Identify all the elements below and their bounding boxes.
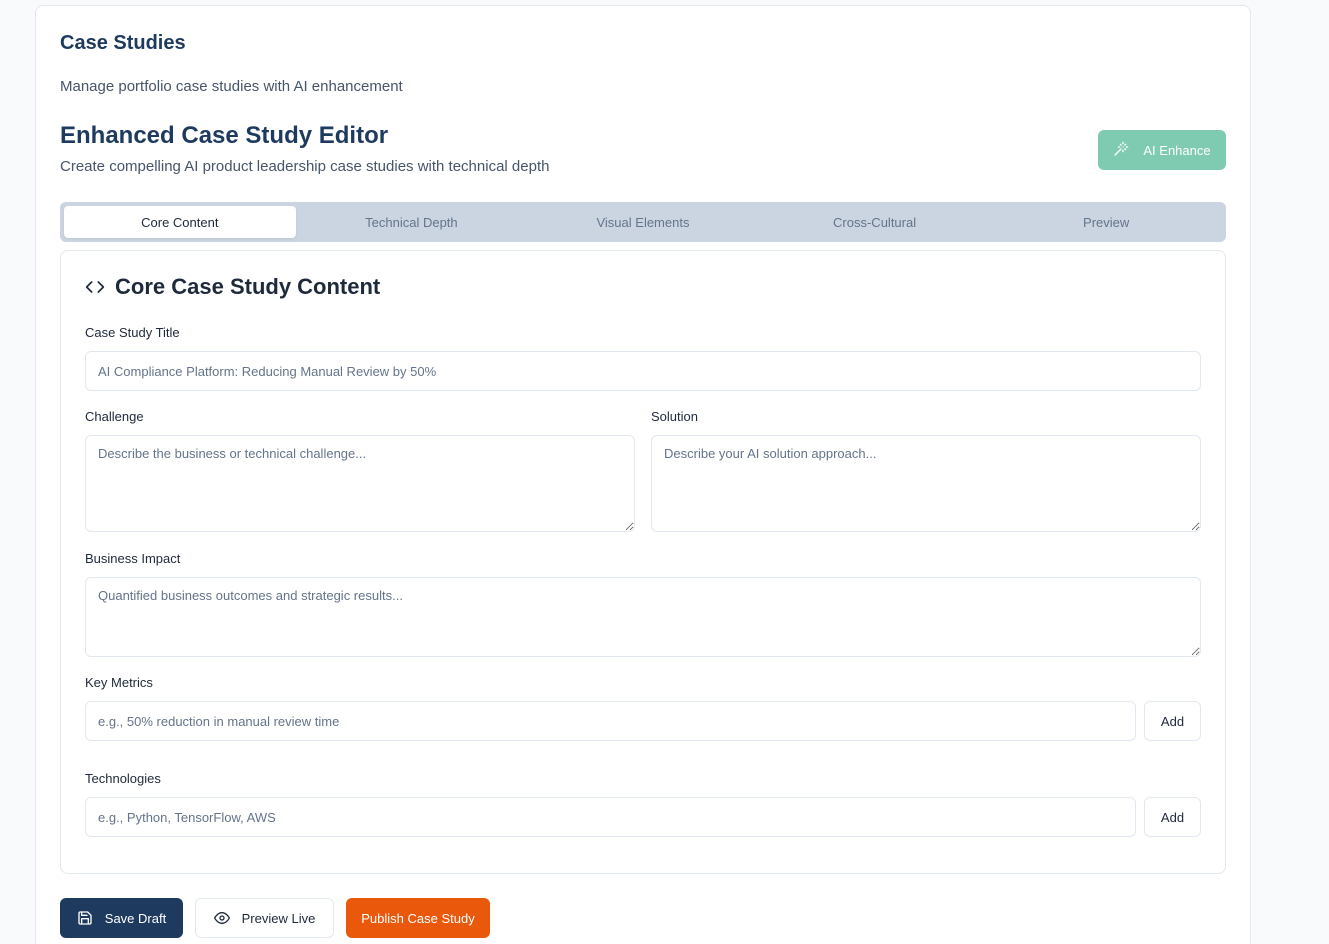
editor-title: Enhanced Case Study Editor — [60, 122, 389, 149]
title-label: Case Study Title — [85, 325, 180, 340]
tab-core-content[interactable]: Core Content — [64, 206, 296, 238]
technologies-input[interactable] — [85, 797, 1136, 837]
add-technology-button[interactable]: Add — [1144, 797, 1201, 837]
business-impact-textarea[interactable] — [85, 577, 1201, 657]
magic-wand-icon — [1113, 141, 1129, 160]
metrics-label: Key Metrics — [85, 675, 153, 690]
section-title: Core Case Study Content — [115, 274, 381, 299]
code-icon — [85, 277, 105, 297]
tab-cross-cultural[interactable]: Cross-Cultural — [759, 206, 991, 238]
core-content-panel — [60, 250, 1226, 874]
tab-technical-depth[interactable]: Technical Depth — [296, 206, 528, 238]
save-draft-button[interactable]: Save Draft — [60, 898, 183, 938]
challenge-label: Challenge — [85, 409, 144, 424]
section-heading: Core Case Study Content — [85, 274, 380, 300]
technologies-label: Technologies — [85, 771, 161, 786]
case-study-title-input[interactable] — [85, 351, 1201, 391]
publish-case-study-button[interactable]: Publish Case Study — [346, 898, 490, 938]
eye-icon — [213, 910, 230, 926]
editor-subtitle: Create compelling AI product leadership … — [60, 158, 550, 175]
add-metric-button[interactable]: Add — [1144, 701, 1201, 741]
ai-enhance-label: AI Enhance — [1143, 142, 1211, 158]
impact-label: Business Impact — [85, 551, 181, 566]
save-draft-label: Save Draft — [104, 910, 167, 926]
solution-label: Solution — [651, 409, 698, 424]
tab-visual-elements[interactable]: Visual Elements — [527, 206, 759, 238]
preview-live-label: Preview Live — [241, 910, 316, 926]
ai-enhance-button[interactable]: AI Enhance — [1098, 130, 1226, 170]
tab-preview[interactable]: Preview — [990, 206, 1222, 238]
page-title: Case Studies — [60, 32, 186, 54]
challenge-textarea[interactable] — [85, 435, 635, 532]
page-subtitle: Manage portfolio case studies with AI en… — [60, 78, 403, 95]
key-metrics-input[interactable] — [85, 701, 1136, 741]
solution-textarea[interactable] — [651, 435, 1201, 532]
editor-tabs: Core Content Technical Depth Visual Elem… — [60, 202, 1226, 242]
save-icon — [77, 910, 93, 926]
preview-live-button[interactable]: Preview Live — [195, 898, 334, 938]
